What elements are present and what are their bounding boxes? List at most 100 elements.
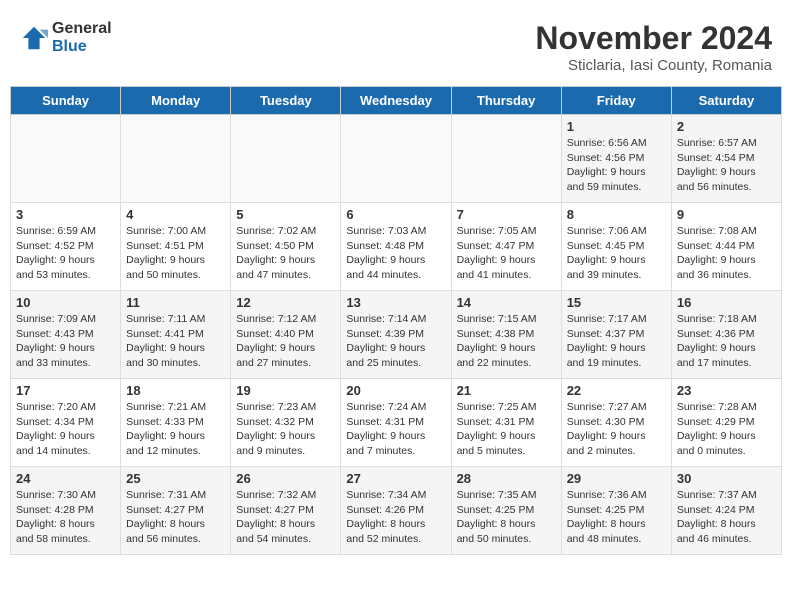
day-cell: 22Sunrise: 7:27 AM Sunset: 4:30 PM Dayli… <box>561 379 671 467</box>
title-area: November 2024 Sticlaria, Iasi County, Ro… <box>535 20 772 74</box>
header: General Blue November 2024 Sticlaria, Ia… <box>10 10 782 82</box>
day-number: 1 <box>567 119 666 134</box>
logo: General Blue <box>20 20 112 55</box>
day-info: Sunrise: 6:59 AM Sunset: 4:52 PM Dayligh… <box>16 224 115 283</box>
logo-blue-text: Blue <box>52 38 112 56</box>
day-cell: 4 Sunrise: 7:00 AM Sunset: 4:51 PM Daylig… <box>121 203 231 291</box>
day-cell: 11 Sunrise: 7:11 AM Sunset: 4:41 PM Dayli… <box>121 291 231 379</box>
day-cell: 16 Sunrise: 7:18 AM Sunset: 4:36 PM Dayli… <box>671 291 781 379</box>
logo-general-text: General <box>52 20 112 38</box>
col-header-wednesday: Wednesday <box>341 87 451 115</box>
week-row-2: 3Sunrise: 6:59 AM Sunset: 4:52 PM Daylig… <box>11 203 782 291</box>
day-cell <box>231 115 341 203</box>
day-number: 14 <box>457 295 556 310</box>
day-info: Sunrise: 7:14 AM Sunset: 4:39 PM Dayligh… <box>346 312 445 371</box>
col-header-saturday: Saturday <box>671 87 781 115</box>
day-cell: 24Sunrise: 7:30 AM Sunset: 4:28 PM Dayli… <box>11 467 121 555</box>
day-cell: 8 Sunrise: 7:06 AM Sunset: 4:45 PM Daylig… <box>561 203 671 291</box>
day-cell: 28 Sunrise: 7:35 AM Sunset: 4:25 PM Dayli… <box>451 467 561 555</box>
day-info: Sunrise: 7:27 AM Sunset: 4:30 PM Dayligh… <box>567 400 666 459</box>
day-number: 16 <box>677 295 776 310</box>
day-number: 27 <box>346 471 445 486</box>
day-cell: 20 Sunrise: 7:24 AM Sunset: 4:31 PM Dayli… <box>341 379 451 467</box>
day-info: Sunrise: 7:20 AM Sunset: 4:34 PM Dayligh… <box>16 400 115 459</box>
day-cell: 19 Sunrise: 7:23 AM Sunset: 4:32 PM Dayli… <box>231 379 341 467</box>
day-number: 30 <box>677 471 776 486</box>
day-info: Sunrise: 7:12 AM Sunset: 4:40 PM Dayligh… <box>236 312 335 371</box>
day-cell: 27Sunrise: 7:34 AM Sunset: 4:26 PM Dayli… <box>341 467 451 555</box>
day-cell <box>11 115 121 203</box>
day-number: 20 <box>346 383 445 398</box>
day-cell: 29 Sunrise: 7:36 AM Sunset: 4:25 PM Dayli… <box>561 467 671 555</box>
col-header-sunday: Sunday <box>11 87 121 115</box>
day-info: Sunrise: 7:02 AM Sunset: 4:50 PM Dayligh… <box>236 224 335 283</box>
day-number: 7 <box>457 207 556 222</box>
day-info: Sunrise: 6:57 AM Sunset: 4:54 PM Dayligh… <box>677 136 776 195</box>
day-cell <box>451 115 561 203</box>
day-info: Sunrise: 7:25 AM Sunset: 4:31 PM Dayligh… <box>457 400 556 459</box>
day-cell: 12 Sunrise: 7:12 AM Sunset: 4:40 PM Dayli… <box>231 291 341 379</box>
day-number: 2 <box>677 119 776 134</box>
day-number: 13 <box>346 295 445 310</box>
day-cell: 5 Sunrise: 7:02 AM Sunset: 4:50 PM Daylig… <box>231 203 341 291</box>
week-row-1: 1 Sunrise: 6:56 AM Sunset: 4:56 PM Daylig… <box>11 115 782 203</box>
day-number: 4 <box>126 207 225 222</box>
day-info: Sunrise: 7:03 AM Sunset: 4:48 PM Dayligh… <box>346 224 445 283</box>
day-info: Sunrise: 7:32 AM Sunset: 4:27 PM Dayligh… <box>236 488 335 547</box>
day-number: 28 <box>457 471 556 486</box>
day-cell: 2 Sunrise: 6:57 AM Sunset: 4:54 PM Daylig… <box>671 115 781 203</box>
day-info: Sunrise: 7:28 AM Sunset: 4:29 PM Dayligh… <box>677 400 776 459</box>
day-cell: 13 Sunrise: 7:14 AM Sunset: 4:39 PM Dayli… <box>341 291 451 379</box>
day-cell: 9Sunrise: 7:08 AM Sunset: 4:44 PM Daylig… <box>671 203 781 291</box>
day-number: 8 <box>567 207 666 222</box>
day-cell: 1 Sunrise: 6:56 AM Sunset: 4:56 PM Daylig… <box>561 115 671 203</box>
day-info: Sunrise: 7:18 AM Sunset: 4:36 PM Dayligh… <box>677 312 776 371</box>
day-number: 6 <box>346 207 445 222</box>
calendar: SundayMondayTuesdayWednesdayThursdayFrid… <box>10 86 782 555</box>
day-info: Sunrise: 7:23 AM Sunset: 4:32 PM Dayligh… <box>236 400 335 459</box>
day-cell: 10 Sunrise: 7:09 AM Sunset: 4:43 PM Dayli… <box>11 291 121 379</box>
day-info: Sunrise: 7:05 AM Sunset: 4:47 PM Dayligh… <box>457 224 556 283</box>
day-cell: 21 Sunrise: 7:25 AM Sunset: 4:31 PM Dayli… <box>451 379 561 467</box>
week-row-5: 24Sunrise: 7:30 AM Sunset: 4:28 PM Dayli… <box>11 467 782 555</box>
day-cell: 15 Sunrise: 7:17 AM Sunset: 4:37 PM Dayli… <box>561 291 671 379</box>
day-info: Sunrise: 7:00 AM Sunset: 4:51 PM Dayligh… <box>126 224 225 283</box>
day-number: 19 <box>236 383 335 398</box>
day-info: Sunrise: 7:24 AM Sunset: 4:31 PM Dayligh… <box>346 400 445 459</box>
month-title: November 2024 <box>535 20 772 57</box>
col-header-thursday: Thursday <box>451 87 561 115</box>
day-info: Sunrise: 7:17 AM Sunset: 4:37 PM Dayligh… <box>567 312 666 371</box>
day-cell: 26Sunrise: 7:32 AM Sunset: 4:27 PM Dayli… <box>231 467 341 555</box>
day-cell: 3Sunrise: 6:59 AM Sunset: 4:52 PM Daylig… <box>11 203 121 291</box>
day-number: 23 <box>677 383 776 398</box>
day-number: 10 <box>16 295 115 310</box>
day-cell: 7 Sunrise: 7:05 AM Sunset: 4:47 PM Daylig… <box>451 203 561 291</box>
day-number: 21 <box>457 383 556 398</box>
day-number: 29 <box>567 471 666 486</box>
day-cell: 18Sunrise: 7:21 AM Sunset: 4:33 PM Dayli… <box>121 379 231 467</box>
day-number: 9 <box>677 207 776 222</box>
day-cell: 14 Sunrise: 7:15 AM Sunset: 4:38 PM Dayli… <box>451 291 561 379</box>
day-info: Sunrise: 7:09 AM Sunset: 4:43 PM Dayligh… <box>16 312 115 371</box>
day-number: 5 <box>236 207 335 222</box>
day-cell: 23 Sunrise: 7:28 AM Sunset: 4:29 PM Dayli… <box>671 379 781 467</box>
day-info: Sunrise: 7:15 AM Sunset: 4:38 PM Dayligh… <box>457 312 556 371</box>
week-row-3: 10 Sunrise: 7:09 AM Sunset: 4:43 PM Dayli… <box>11 291 782 379</box>
col-header-monday: Monday <box>121 87 231 115</box>
subtitle: Sticlaria, Iasi County, Romania <box>535 57 772 74</box>
day-number: 11 <box>126 295 225 310</box>
day-info: Sunrise: 7:35 AM Sunset: 4:25 PM Dayligh… <box>457 488 556 547</box>
day-info: Sunrise: 6:56 AM Sunset: 4:56 PM Dayligh… <box>567 136 666 195</box>
day-info: Sunrise: 7:36 AM Sunset: 4:25 PM Dayligh… <box>567 488 666 547</box>
week-row-4: 17Sunrise: 7:20 AM Sunset: 4:34 PM Dayli… <box>11 379 782 467</box>
col-header-tuesday: Tuesday <box>231 87 341 115</box>
day-number: 15 <box>567 295 666 310</box>
day-cell: 6 Sunrise: 7:03 AM Sunset: 4:48 PM Daylig… <box>341 203 451 291</box>
day-number: 12 <box>236 295 335 310</box>
header-row: SundayMondayTuesdayWednesdayThursdayFrid… <box>11 87 782 115</box>
day-cell: 25Sunrise: 7:31 AM Sunset: 4:27 PM Dayli… <box>121 467 231 555</box>
day-info: Sunrise: 7:11 AM Sunset: 4:41 PM Dayligh… <box>126 312 225 371</box>
day-info: Sunrise: 7:06 AM Sunset: 4:45 PM Dayligh… <box>567 224 666 283</box>
logo-icon <box>20 24 48 52</box>
day-cell: 30Sunrise: 7:37 AM Sunset: 4:24 PM Dayli… <box>671 467 781 555</box>
